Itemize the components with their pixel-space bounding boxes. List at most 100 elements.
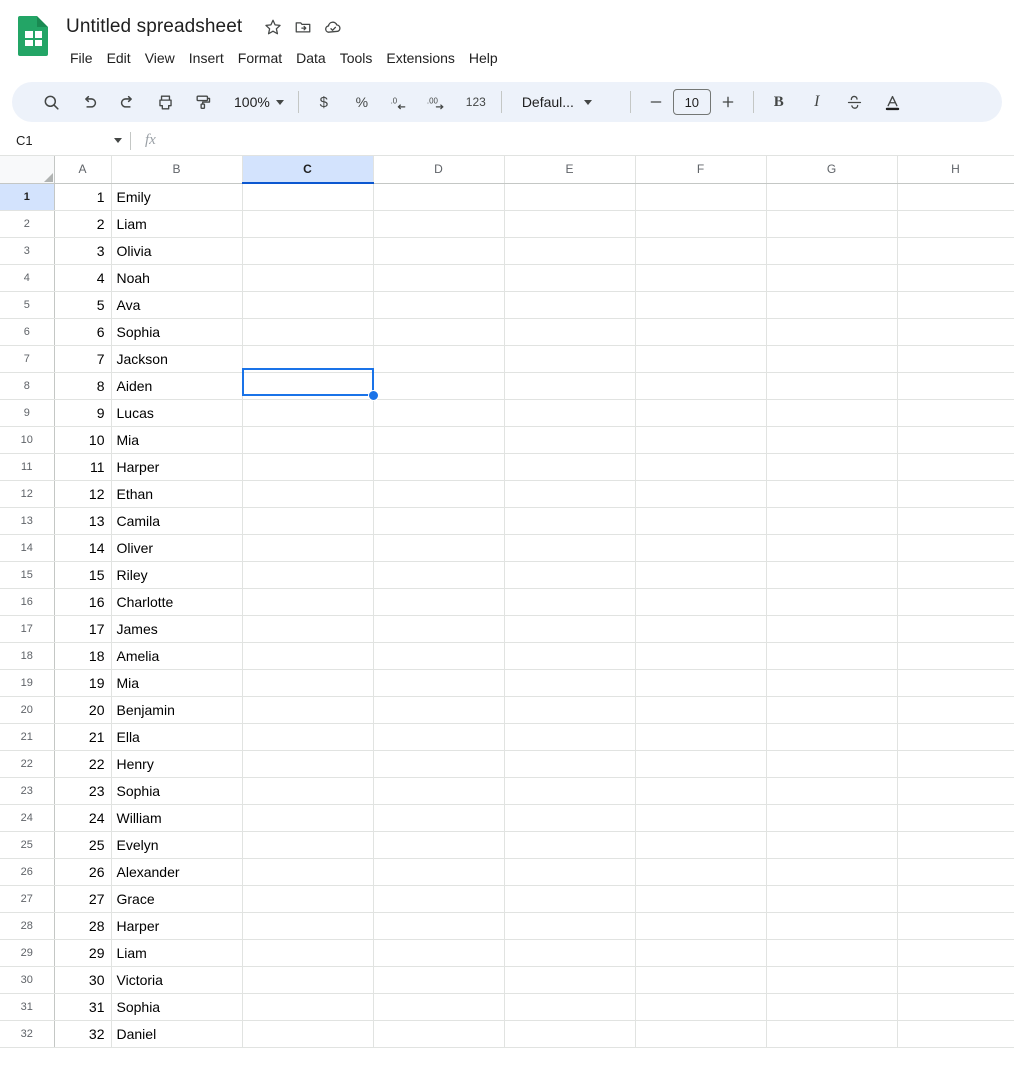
cell-D24[interactable]	[373, 804, 505, 832]
cell-E30[interactable]	[504, 966, 636, 994]
row-header-16[interactable]: 16	[0, 588, 55, 616]
cell-G32[interactable]	[766, 1020, 898, 1048]
row-header-32[interactable]: 32	[0, 1020, 55, 1048]
cell-A15[interactable]: 15	[54, 561, 112, 589]
column-header-b[interactable]: B	[111, 156, 243, 184]
row-header-9[interactable]: 9	[0, 399, 55, 427]
cell-H14[interactable]	[897, 534, 1014, 562]
cell-B25[interactable]: Evelyn	[111, 831, 243, 859]
cell-B19[interactable]: Mia	[111, 669, 243, 697]
cell-B16[interactable]: Charlotte	[111, 588, 243, 616]
cell-F14[interactable]	[635, 534, 767, 562]
row-header-28[interactable]: 28	[0, 912, 55, 940]
cell-A32[interactable]: 32	[54, 1020, 112, 1048]
cell-F24[interactable]	[635, 804, 767, 832]
cell-B15[interactable]: Riley	[111, 561, 243, 589]
cell-G27[interactable]	[766, 885, 898, 913]
cell-D12[interactable]	[373, 480, 505, 508]
cell-H11[interactable]	[897, 453, 1014, 481]
cell-C17[interactable]	[242, 615, 374, 643]
cell-C27[interactable]	[242, 885, 374, 913]
cell-F8[interactable]	[635, 372, 767, 400]
row-header-18[interactable]: 18	[0, 642, 55, 670]
cell-A12[interactable]: 12	[54, 480, 112, 508]
cell-A4[interactable]: 4	[54, 264, 112, 292]
menu-item-data[interactable]: Data	[289, 47, 333, 69]
row-header-7[interactable]: 7	[0, 345, 55, 373]
cell-H28[interactable]	[897, 912, 1014, 940]
cell-E29[interactable]	[504, 939, 636, 967]
row-header-26[interactable]: 26	[0, 858, 55, 886]
cell-A26[interactable]: 26	[54, 858, 112, 886]
cell-C6[interactable]	[242, 318, 374, 346]
cell-B10[interactable]: Mia	[111, 426, 243, 454]
cell-F30[interactable]	[635, 966, 767, 994]
row-header-5[interactable]: 5	[0, 291, 55, 319]
google-sheets-logo[interactable]	[14, 14, 52, 64]
row-header-3[interactable]: 3	[0, 237, 55, 265]
cell-C3[interactable]	[242, 237, 374, 265]
cell-C7[interactable]	[242, 345, 374, 373]
cell-H23[interactable]	[897, 777, 1014, 805]
cell-F18[interactable]	[635, 642, 767, 670]
cell-G11[interactable]	[766, 453, 898, 481]
cell-E4[interactable]	[504, 264, 636, 292]
cell-F22[interactable]	[635, 750, 767, 778]
name-box[interactable]: C1	[2, 129, 128, 153]
cell-D15[interactable]	[373, 561, 505, 589]
cell-A17[interactable]: 17	[54, 615, 112, 643]
cell-E31[interactable]	[504, 993, 636, 1021]
cell-D22[interactable]	[373, 750, 505, 778]
cell-D8[interactable]	[373, 372, 505, 400]
cell-E15[interactable]	[504, 561, 636, 589]
cell-G26[interactable]	[766, 858, 898, 886]
cell-F15[interactable]	[635, 561, 767, 589]
cell-E5[interactable]	[504, 291, 636, 319]
cell-D20[interactable]	[373, 696, 505, 724]
font-size-input[interactable]: 10	[672, 89, 711, 115]
cell-E6[interactable]	[504, 318, 636, 346]
cell-F6[interactable]	[635, 318, 767, 346]
cell-H12[interactable]	[897, 480, 1014, 508]
cell-C10[interactable]	[242, 426, 374, 454]
cell-E14[interactable]	[504, 534, 636, 562]
row-header-17[interactable]: 17	[0, 615, 55, 643]
row-header-24[interactable]: 24	[0, 804, 55, 832]
cell-E11[interactable]	[504, 453, 636, 481]
cell-C18[interactable]	[242, 642, 374, 670]
column-header-d[interactable]: D	[373, 156, 505, 184]
cell-G12[interactable]	[766, 480, 898, 508]
row-header-15[interactable]: 15	[0, 561, 55, 589]
cell-H24[interactable]	[897, 804, 1014, 832]
cell-C26[interactable]	[242, 858, 374, 886]
cell-G30[interactable]	[766, 966, 898, 994]
cell-D1[interactable]	[373, 183, 505, 211]
cell-A6[interactable]: 6	[54, 318, 112, 346]
cell-C16[interactable]	[242, 588, 374, 616]
cell-A18[interactable]: 18	[54, 642, 112, 670]
cell-A1[interactable]: 1	[54, 183, 112, 211]
row-header-4[interactable]: 4	[0, 264, 55, 292]
column-header-g[interactable]: G	[766, 156, 898, 184]
cell-C12[interactable]	[242, 480, 374, 508]
row-header-2[interactable]: 2	[0, 210, 55, 238]
cell-H10[interactable]	[897, 426, 1014, 454]
cell-H17[interactable]	[897, 615, 1014, 643]
cell-B18[interactable]: Amelia	[111, 642, 243, 670]
move-to-folder-icon[interactable]	[290, 14, 316, 40]
cell-B26[interactable]: Alexander	[111, 858, 243, 886]
cell-H2[interactable]	[897, 210, 1014, 238]
cell-E21[interactable]	[504, 723, 636, 751]
cell-E32[interactable]	[504, 1020, 636, 1048]
cell-B23[interactable]: Sophia	[111, 777, 243, 805]
cell-D14[interactable]	[373, 534, 505, 562]
cell-E10[interactable]	[504, 426, 636, 454]
cell-D27[interactable]	[373, 885, 505, 913]
cell-D3[interactable]	[373, 237, 505, 265]
cell-C24[interactable]	[242, 804, 374, 832]
row-header-27[interactable]: 27	[0, 885, 55, 913]
italic-button[interactable]: I	[802, 87, 832, 117]
cell-C21[interactable]	[242, 723, 374, 751]
cell-F4[interactable]	[635, 264, 767, 292]
cell-G16[interactable]	[766, 588, 898, 616]
